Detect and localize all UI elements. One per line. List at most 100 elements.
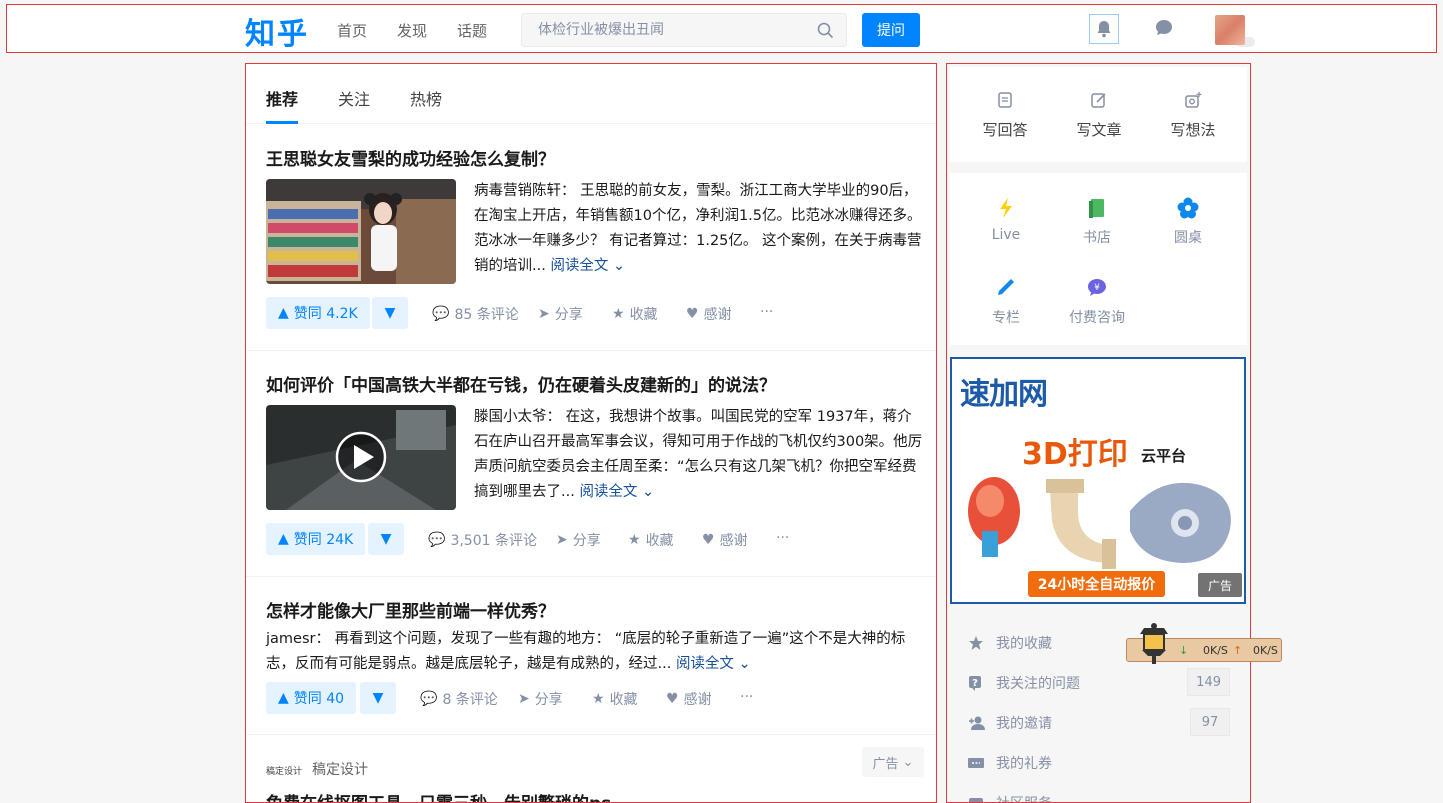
downvote-button[interactable]: ▼: [368, 523, 404, 555]
arrow-up-icon: ↑: [1233, 643, 1243, 657]
nav-topics[interactable]: 话题: [457, 20, 487, 41]
arrow-down-icon: ↓: [1179, 643, 1189, 657]
ad-badge: 广告: [1198, 573, 1242, 597]
triangle-down-icon: ▼: [380, 531, 392, 547]
upvote-button[interactable]: ▲ 赞同 40: [266, 682, 357, 714]
upvote-button[interactable]: ▲ 赞同 4.2K: [266, 297, 370, 329]
upvote-button[interactable]: ▲ 赞同 24K: [266, 523, 366, 555]
collect-button[interactable]: ★ 收藏: [592, 689, 638, 709]
answer-thumbnail[interactable]: [266, 179, 456, 284]
sidebar-ad[interactable]: 速加网 3D打印 云平台 24小时全自动报价 广告: [950, 357, 1246, 604]
ad-subheadline: 云平台: [1141, 447, 1187, 465]
question-title[interactable]: 王思聪女友雪梨的成功经验怎么复制？: [266, 145, 555, 170]
menu-community-service[interactable]: 社区服务: [968, 788, 1230, 802]
paper-plane-icon: ➤: [556, 532, 568, 548]
ad-cta-button[interactable]: 24小时全自动报价: [1028, 571, 1165, 597]
triangle-up-icon: ▲: [278, 690, 289, 706]
answer-actions: ▲ 赞同 40 ▼ 💬 8 条评论 ➤ 分享 ★ 收藏 ♥ 感谢 ···: [266, 682, 916, 714]
nav-home[interactable]: 首页: [337, 20, 367, 41]
add-person-icon: [968, 715, 996, 731]
answer-excerpt[interactable]: jamesr： 再看到这个问题，发现了一些有趣的地方： “底层的轮子重新造了一遍…: [266, 627, 926, 677]
more-button[interactable]: ···: [760, 304, 773, 320]
answer-excerpt[interactable]: 滕国小太爷： 在这，我想讲个故事。叫国民党的空军 1937年，蒋介石在庐山召开最…: [474, 405, 924, 505]
read-more-link[interactable]: 阅读全文 ⌄: [579, 484, 654, 500]
excerpt-text: 滕国小太爷： 在这，我想讲个故事。叫国民党的空军 1937年，蒋介石在庐山召开最…: [474, 409, 923, 500]
active-tab-indicator: [266, 121, 298, 124]
user-avatar[interactable]: [1215, 15, 1245, 45]
document-icon: [970, 91, 1040, 113]
paid-consult-link[interactable]: ¥ 付费咨询: [1057, 277, 1137, 327]
svg-text:?: ?: [972, 678, 978, 689]
upvote-label: 赞同 4.2K: [293, 306, 358, 322]
live-link[interactable]: Live: [966, 197, 1046, 243]
notification-bell-icon[interactable]: [1089, 14, 1119, 44]
answer-excerpt[interactable]: 病毒营销陈轩： 王思聪的前女友，雪梨。浙江工商大学毕业的90后，在淘宝上开店，年…: [474, 179, 924, 279]
answer-actions: ▲ 赞同 24K ▼ 💬 3,501 条评论 ➤ 分享 ★ 收藏 ♥ 感谢 ···: [266, 523, 916, 555]
menu-followed-questions[interactable]: ? 我关注的问题 149: [968, 668, 1230, 698]
question-title[interactable]: 怎样才能像大厂里那些前端一样优秀？: [266, 597, 555, 622]
roundtable-link[interactable]: 圆桌: [1148, 197, 1228, 247]
bookstore-link[interactable]: 书店: [1057, 197, 1137, 247]
share-button[interactable]: ➤ 分享: [518, 689, 563, 709]
share-button[interactable]: ➤ 分享: [556, 530, 601, 550]
upload-speed: 0K/S: [1253, 643, 1278, 657]
nav-discover[interactable]: 发现: [397, 20, 427, 41]
followed-questions-count: 149: [1187, 668, 1230, 696]
more-button[interactable]: ···: [740, 689, 753, 705]
paper-plane-icon: ➤: [518, 691, 530, 707]
more-button[interactable]: ···: [776, 530, 789, 546]
invitations-count: 97: [1190, 708, 1230, 736]
ad-title[interactable]: 免费在线抠图工具，只需三秒，告别繁琐的ps: [266, 789, 611, 802]
collect-button[interactable]: ★ 收藏: [612, 304, 658, 324]
menu-my-coupons[interactable]: 我的礼券: [968, 748, 1230, 778]
upvote-label: 赞同 40: [293, 691, 345, 707]
triangle-up-icon: ▲: [278, 305, 289, 321]
download-speed: 0K/S: [1203, 643, 1228, 657]
star-icon: ★: [612, 306, 625, 322]
messages-icon[interactable]: [1154, 18, 1174, 41]
write-answer-button[interactable]: 写回答: [970, 91, 1040, 140]
feed-card: 怎样才能像大厂里那些前端一样优秀？ jamesr： 再看到这个问题，发现了一些有…: [246, 577, 936, 735]
book-icon: [1057, 197, 1137, 221]
service-icon: [968, 795, 996, 802]
ad-source-logo: 稿定设计: [266, 767, 303, 777]
star-icon: ★: [628, 532, 641, 548]
write-idea-button[interactable]: 写想法: [1158, 91, 1228, 140]
zhihu-logo[interactable]: 知乎: [245, 9, 309, 53]
downvote-button[interactable]: ▼: [360, 682, 396, 714]
thanks-button[interactable]: ♥ 感谢: [702, 530, 748, 550]
search-input[interactable]: [522, 14, 802, 46]
star-icon: [968, 635, 996, 651]
pencil-square-icon: [1064, 91, 1134, 113]
comment-button[interactable]: 💬 3,501 条评论: [428, 530, 537, 550]
question-title[interactable]: 如何评价「中国高铁大半都在亏钱，仍在硬着头皮建新的」的说法？: [266, 371, 776, 396]
triangle-down-icon: ▼: [372, 690, 384, 706]
write-article-button[interactable]: 写文章: [1064, 91, 1134, 140]
tab-following[interactable]: 关注: [338, 86, 370, 110]
yen-chat-icon: ¥: [1057, 277, 1137, 301]
comment-button[interactable]: 💬 85 条评论: [432, 304, 519, 324]
downvote-button[interactable]: ▼: [372, 297, 408, 329]
ask-question-button[interactable]: 提问: [862, 13, 920, 47]
ad-brand-logo: 速加网: [960, 377, 1048, 412]
comment-button[interactable]: 💬 8 条评论: [420, 689, 498, 709]
ad-source[interactable]: 稿定设计 稿定设计: [266, 759, 368, 779]
video-thumbnail[interactable]: [266, 405, 456, 510]
collect-button[interactable]: ★ 收藏: [628, 530, 674, 550]
tab-hot[interactable]: 热榜: [410, 86, 442, 110]
upvote-label: 赞同 24K: [293, 532, 354, 548]
triangle-down-icon: ▼: [384, 305, 396, 321]
menu-my-invitations[interactable]: 我的邀请 97: [968, 708, 1230, 738]
triangle-up-icon: ▲: [278, 531, 289, 547]
tab-recommend[interactable]: 推荐: [266, 86, 298, 110]
ad-tag-dropdown[interactable]: 广告 ⌄: [862, 747, 924, 777]
thanks-button[interactable]: ♥ 感谢: [686, 304, 732, 324]
share-button[interactable]: ➤ 分享: [538, 304, 583, 324]
comment-icon: 💬: [432, 306, 450, 322]
read-more-link[interactable]: 阅读全文 ⌄: [550, 258, 625, 274]
column-link[interactable]: 专栏: [966, 277, 1046, 327]
read-more-link[interactable]: 阅读全文 ⌄: [676, 656, 751, 672]
thanks-button[interactable]: ♥ 感谢: [666, 689, 712, 709]
search-icon[interactable]: [817, 22, 834, 43]
ticket-icon: [968, 757, 996, 769]
